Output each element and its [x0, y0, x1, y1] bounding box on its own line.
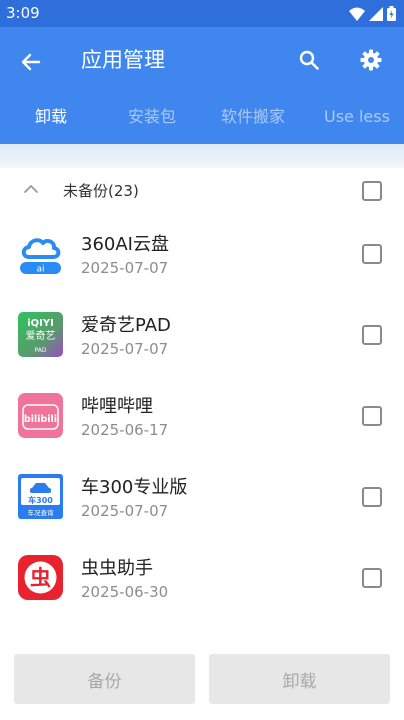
section-header-not-backed-up[interactable]: 未备份(23)	[0, 168, 404, 214]
backup-button[interactable]: 备份	[14, 654, 195, 704]
app-date: 2025-06-17	[81, 421, 169, 439]
search-button[interactable]	[292, 43, 326, 77]
app-date: 2025-07-07	[81, 502, 169, 520]
app-name: 爱奇艺PAD	[81, 315, 171, 336]
iqiyi-pad-icon: iQIYI 爱奇艺 PAD	[18, 312, 63, 357]
back-button[interactable]	[14, 45, 48, 79]
che300-icon: 车300 车况查询	[18, 474, 63, 519]
app-name: 360AI云盘	[81, 234, 169, 255]
icon-label-bilibili: bilibili	[24, 414, 57, 425]
app-checkbox-bilibili[interactable]	[362, 406, 382, 426]
app-name: 车300专业版	[81, 477, 188, 498]
app-date: 2025-07-07	[81, 340, 169, 358]
wifi-icon	[349, 7, 365, 21]
section-label: 未备份(23)	[63, 182, 139, 200]
app-row-bilibili[interactable]: bilibili 哔哩哔哩 2025-06-17	[0, 376, 404, 457]
app-checkbox-che300[interactable]	[362, 487, 382, 507]
signal-icon	[369, 6, 383, 21]
app-checkbox-chongchong[interactable]	[362, 568, 382, 588]
icon-label-iqiyi: iQIYI	[27, 318, 54, 329]
app-row-chongchong[interactable]: 虫 虫虫助手 2025-06-30	[0, 538, 404, 619]
back-arrow-icon	[21, 53, 41, 71]
uninstall-button[interactable]: 卸载	[209, 654, 390, 704]
icon-label-car-check: 车况查询	[28, 508, 55, 517]
divider-strip	[0, 144, 404, 168]
app-row-360ai[interactable]: ai 360AI云盘 2025-07-07	[0, 214, 404, 295]
app-name: 虫虫助手	[81, 558, 153, 579]
icon-label-pad: PAD	[35, 347, 47, 354]
app-name: 哔哩哔哩	[81, 396, 153, 417]
app-checkbox-iqiyi-pad[interactable]	[362, 325, 382, 345]
tab-bar: 卸载 安装包 软件搬家 Use less	[0, 103, 404, 131]
app-checkbox-360ai[interactable]	[362, 244, 382, 264]
tab-packages[interactable]: 安装包	[128, 103, 176, 131]
status-bar: 3:09	[0, 0, 404, 27]
app-date: 2025-07-07	[81, 259, 169, 277]
tab-use-less[interactable]: Use less	[324, 103, 390, 131]
search-icon	[299, 50, 319, 70]
icon-label-che300: 车300	[28, 495, 53, 505]
tab-uninstall[interactable]: 卸载	[35, 103, 67, 131]
app-bar: 应用管理 卸载 安装包 软件搬家 Use less	[0, 27, 404, 144]
360ai-cloud-icon: ai	[18, 231, 63, 276]
status-time: 3:09	[6, 4, 40, 22]
status-icons	[349, 6, 396, 21]
gear-icon	[360, 49, 382, 71]
chongchong-icon: 虫	[18, 555, 63, 600]
icon-label-ai: ai	[36, 265, 44, 275]
settings-button[interactable]	[354, 43, 388, 77]
app-row-iqiyi-pad[interactable]: iQIYI 爱奇艺 PAD 爱奇艺PAD 2025-07-07	[0, 295, 404, 376]
battery-icon	[387, 6, 396, 21]
bilibili-icon: bilibili	[18, 393, 63, 438]
tab-app-move[interactable]: 软件搬家	[221, 103, 285, 131]
icon-label-iqiyi-cn: 爱奇艺	[26, 329, 56, 342]
select-all-checkbox[interactable]	[362, 181, 382, 201]
page-title: 应用管理	[81, 48, 165, 72]
app-row-che300[interactable]: 车300 车况查询 车300专业版 2025-07-07	[0, 457, 404, 538]
app-date: 2025-06-30	[81, 583, 169, 601]
icon-label-chong: 虫	[30, 566, 51, 590]
chevron-up-icon[interactable]	[22, 182, 40, 196]
